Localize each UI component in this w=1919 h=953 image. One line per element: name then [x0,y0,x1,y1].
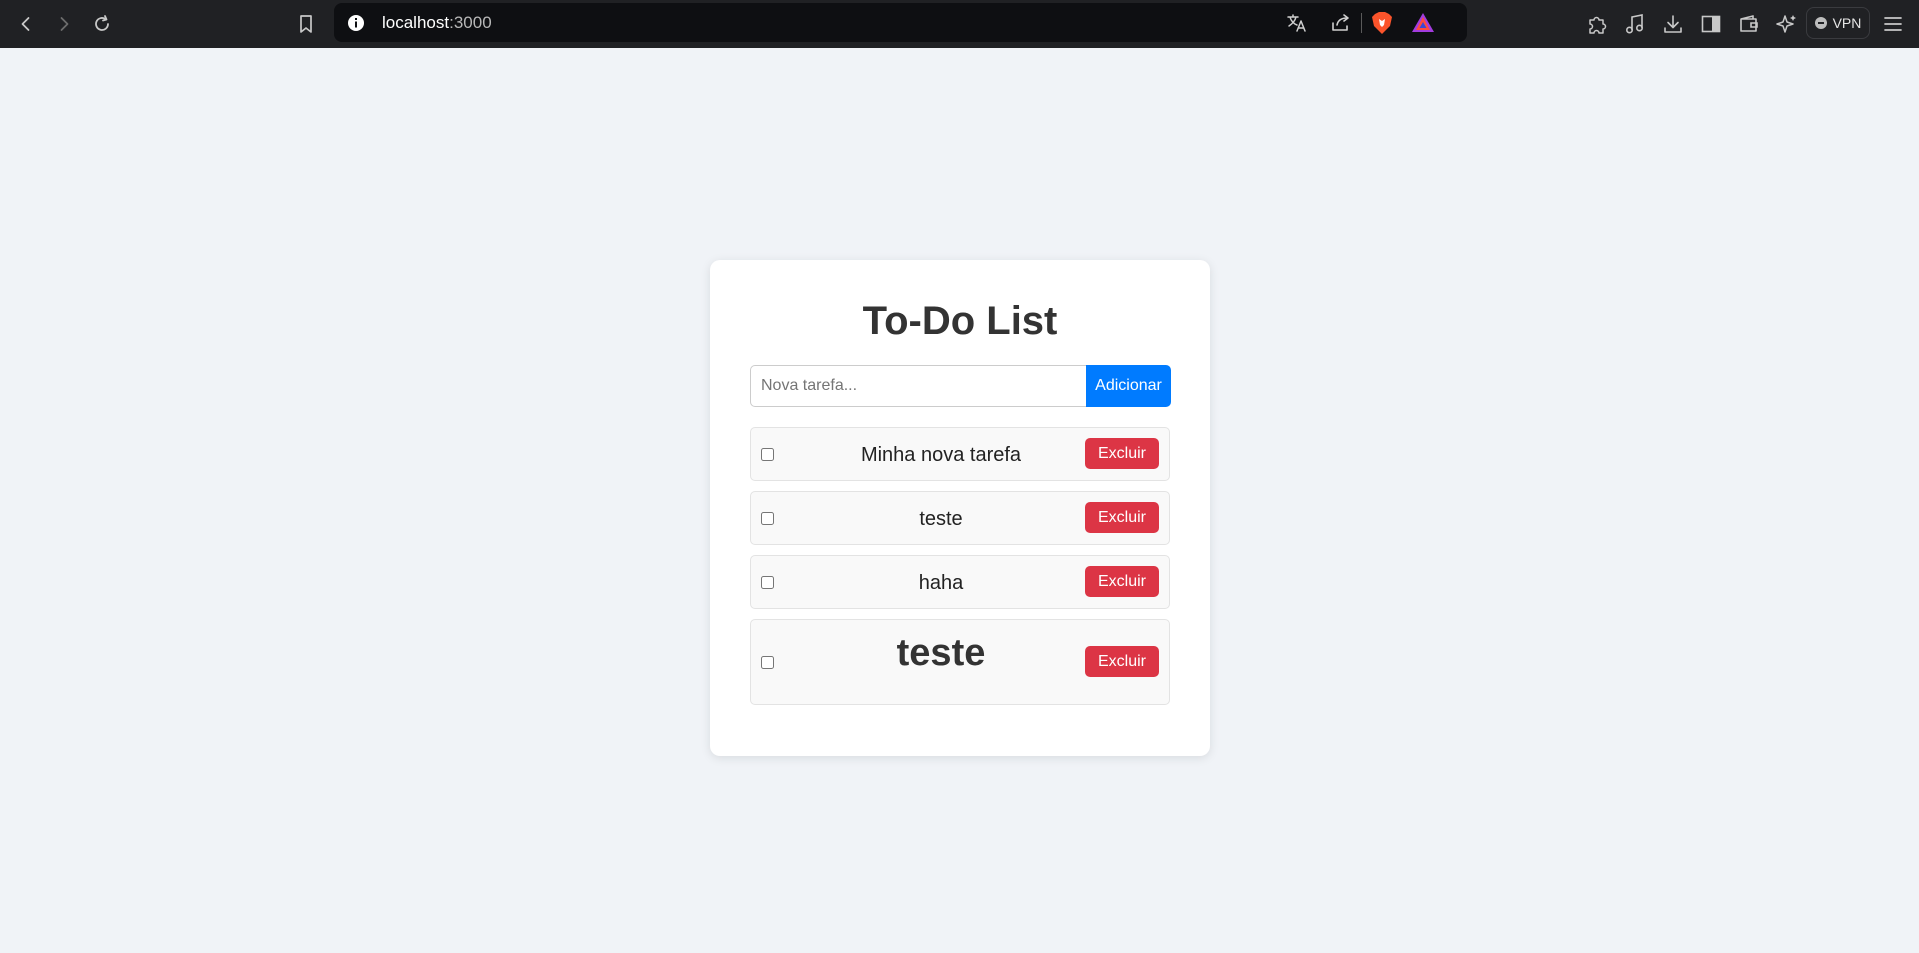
vpn-button[interactable]: VPN [1806,7,1870,39]
vpn-icon [1814,17,1827,29]
task-item: teste Excluir [750,491,1170,545]
browser-toolbar: localhost:3000 VPN [0,0,1919,48]
site-info-icon [348,15,364,31]
translate-button[interactable] [1286,12,1308,34]
task-text: haha [918,572,964,594]
media-icon [1625,14,1644,34]
forward-icon [60,17,69,31]
site-info-button[interactable] [346,13,366,33]
downloads-button[interactable] [1661,12,1685,36]
brave-rewards-button[interactable] [1411,12,1435,34]
address-bar[interactable]: localhost:3000 [334,3,1467,42]
vpn-label: VPN [1832,15,1862,31]
brave-shields-icon [1372,12,1392,34]
task-item: teste Excluir [750,619,1170,705]
url-port: :3000 [449,13,492,32]
brave-shields-button[interactable] [1370,11,1394,35]
downloads-icon [1664,15,1682,33]
bookmark-button[interactable] [290,8,322,40]
add-task-button[interactable]: Adicionar [1086,365,1171,407]
back-icon [21,17,30,31]
wallet-button[interactable] [1737,12,1761,36]
main-menu-button[interactable] [1881,12,1905,36]
brave-rewards-icon [1412,13,1434,32]
share-button[interactable] [1330,12,1352,34]
task-checkbox[interactable] [761,656,774,669]
media-button[interactable] [1623,12,1647,36]
task-item: haha Excluir [750,555,1170,609]
menu-icon [1884,17,1902,31]
task-text: teste [919,508,963,530]
bookmark-icon [300,15,312,33]
forward-button[interactable] [48,8,80,40]
task-item: Minha nova tarefa Excluir [750,427,1170,481]
leo-ai-icon [1776,15,1796,33]
divider [1361,13,1362,33]
url-host: localhost [382,13,450,32]
new-task-input[interactable] [750,365,1087,407]
delete-task-button[interactable]: Excluir [1085,438,1159,469]
task-checkbox[interactable] [761,448,774,461]
task-checkbox[interactable] [761,576,774,589]
leo-ai-button[interactable] [1775,12,1799,36]
task-text: teste [896,632,986,674]
extensions-button[interactable] [1585,12,1609,36]
wallet-icon [1740,15,1758,32]
reload-icon [95,15,109,31]
translate-icon [1287,14,1306,32]
extensions-icon [1589,16,1607,34]
share-icon [1332,14,1349,31]
sidebar-button[interactable] [1699,12,1723,36]
page-title: To-Do List [862,299,1058,343]
sidebar-icon [1701,15,1721,33]
back-button[interactable] [10,8,42,40]
delete-task-button[interactable]: Excluir [1085,646,1159,677]
task-checkbox[interactable] [761,512,774,525]
delete-task-button[interactable]: Excluir [1085,566,1159,597]
delete-task-button[interactable]: Excluir [1085,502,1159,533]
task-text: Minha nova tarefa [860,444,1022,466]
url-text[interactable]: localhost:3000 [382,3,492,42]
todo-container: To-Do List Adicionar Minha nova tarefa E… [710,260,1210,756]
reload-button[interactable] [86,8,118,40]
